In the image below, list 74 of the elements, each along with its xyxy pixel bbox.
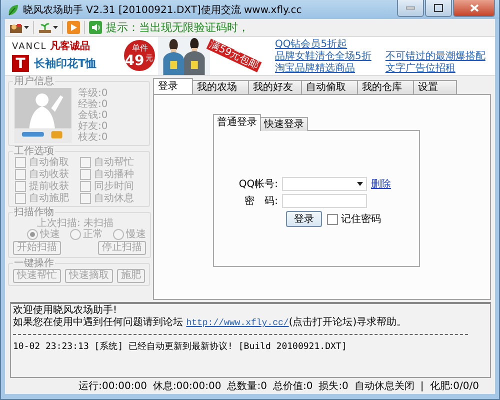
- status-text: 损失:0: [318, 380, 348, 393]
- login-button[interactable]: 登录: [286, 211, 322, 227]
- group-title: 一键操作: [13, 258, 55, 269]
- close-button[interactable]: [453, 0, 495, 17]
- password-field[interactable]: [282, 194, 367, 208]
- status-text: 自动休息关闭: [354, 380, 414, 393]
- status-text: |: [420, 380, 424, 392]
- caret-icon: [53, 26, 58, 29]
- sprout-tool-button[interactable]: [38, 22, 58, 34]
- tab[interactable]: 设置: [413, 80, 457, 94]
- option-label: 提前收获: [29, 182, 69, 192]
- ad-link[interactable]: 品牌女鞋清仓全场5折: [275, 51, 372, 63]
- window-title: 晓风农场助手 V2.31 [20100921.DXT]使用交流 www.xfly.cc: [23, 4, 303, 16]
- tab[interactable]: 普通登录: [213, 114, 261, 131]
- maximize-icon: [434, 4, 443, 12]
- caret-icon: [24, 26, 29, 29]
- brand-name: 凡客诚品: [50, 39, 90, 53]
- field-label: 密 码:: [244, 194, 279, 208]
- brand-logo: VANCL: [12, 42, 47, 52]
- checkbox-label: 记住密码: [341, 212, 381, 226]
- tip-text: 提示：当出现无限验证码时，: [106, 20, 249, 35]
- tab[interactable]: 快速登录: [260, 117, 308, 131]
- status-text: 休息:00:00:00: [152, 380, 222, 393]
- radio-label: 慢速: [126, 229, 146, 240]
- radio-label: 正常: [83, 229, 103, 240]
- dropdown-arrow-icon: [357, 182, 363, 186]
- radio-label: 快速: [40, 229, 60, 240]
- delete-link[interactable]: 删除: [371, 177, 391, 191]
- status-text: 总价值:0: [272, 380, 313, 393]
- account-dropdown[interactable]: [282, 177, 367, 191]
- ad-link[interactable]: QQ钻会员5折起: [275, 39, 372, 51]
- field-label: QQ帐号:: [238, 178, 279, 191]
- sprout-icon: [38, 22, 52, 34]
- option-label: 自动施肥: [29, 194, 69, 204]
- option-label: 自动休息: [94, 194, 134, 204]
- group-title: 用户信息: [13, 76, 55, 87]
- product-name: 长袖印花T恤: [34, 56, 97, 71]
- status-text: 总数量:0: [227, 380, 267, 393]
- ad-link[interactable]: 文字广告位招租: [385, 63, 486, 75]
- speaker-icon[interactable]: [89, 21, 102, 34]
- stat-text: 枝友:0: [78, 132, 108, 143]
- status-text: 化肥:0/0/0: [430, 380, 479, 393]
- close-icon: [470, 4, 478, 12]
- maximize-button[interactable]: [425, 0, 452, 17]
- tab[interactable]: 自动偷取: [301, 80, 358, 94]
- log-line: 如果您在使用中遇到任何问题请到论坛 http://www.xfly.cc/(点击打开论坛)寻求帮助。: [13, 317, 408, 329]
- option-label: 同步时间: [94, 182, 134, 192]
- farmer-tool-button[interactable]: [9, 22, 29, 34]
- ad-link[interactable]: 不可错过的最潮爆搭配: [385, 51, 486, 63]
- status-text: 运行:00:00:00: [78, 380, 147, 393]
- minimize-icon: [406, 6, 415, 10]
- forum-link[interactable]: http://www.xfly.cc/: [186, 318, 289, 328]
- group-title: 工作选项: [13, 146, 55, 157]
- checkbox[interactable]: [327, 214, 338, 224]
- stat-text: 金钱:0: [78, 110, 108, 121]
- log-line: 欢迎使用晓风农场助手!: [13, 305, 118, 316]
- tab[interactable]: 登录: [153, 78, 193, 94]
- option-label: 自动帮忙: [94, 158, 134, 168]
- stat-text: 好友:0: [78, 121, 108, 132]
- stat-text: 经验:0: [78, 99, 108, 110]
- option-label: 自动收获: [29, 170, 69, 180]
- group-title: 扫描作物: [13, 207, 55, 218]
- tab[interactable]: 我的好友: [248, 80, 302, 94]
- logo-badge: T: [12, 55, 29, 72]
- ad-link[interactable]: 淘宝品牌精选商品: [275, 63, 372, 75]
- option-label: 自动偷取: [29, 158, 69, 168]
- last-scan-text: 上次扫描: 未扫描: [36, 218, 115, 229]
- stat-text: 等级:0: [78, 88, 108, 99]
- tab[interactable]: 我的农场: [192, 80, 249, 94]
- option-label: 自动播种: [94, 170, 134, 180]
- app-leaf-icon: [7, 4, 19, 16]
- tab[interactable]: 我的仓库: [357, 80, 414, 94]
- log-line: 10-02 23:23:13 [系统] 已经自动更新到最新协议! [Build 20100921.DXT]: [13, 341, 348, 353]
- play-icon[interactable]: [67, 21, 80, 34]
